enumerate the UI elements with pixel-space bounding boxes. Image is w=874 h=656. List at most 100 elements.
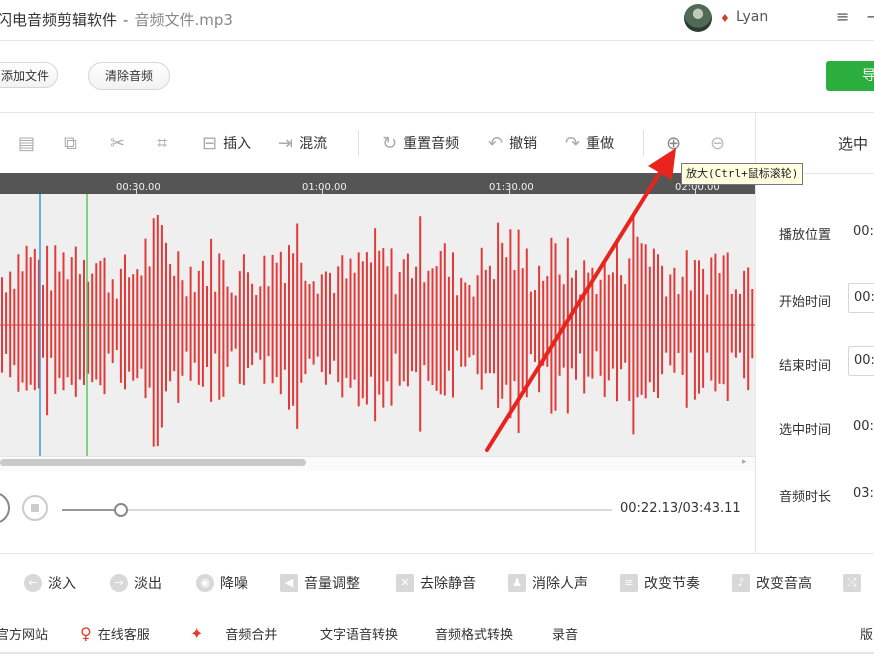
remove-silence-label: 去除静音 (420, 576, 476, 592)
megaphone-icon: ✦ (190, 624, 204, 643)
waveform-area[interactable] (0, 194, 755, 456)
shuffle-icon[interactable]: ⤮ (843, 572, 867, 594)
insert-label: 插入 (223, 136, 252, 152)
tempo-button[interactable]: ≡ 改变节奏 (620, 572, 700, 594)
crop-icon[interactable]: ⌗ (157, 131, 167, 155)
avatar[interactable] (684, 4, 712, 32)
record-label: 录音 (552, 628, 579, 643)
start-time-label: 开始时间 (779, 295, 832, 310)
volume-label: 音量调整 (304, 576, 360, 592)
volume-button[interactable]: ◀ 音量调整 (280, 572, 360, 594)
waveform (0, 194, 755, 456)
version-label: 版 (860, 628, 874, 643)
equalizer-icon: ≡ (620, 574, 638, 592)
undo-button[interactable]: ↶ 撤销 (488, 131, 537, 155)
menu-icon[interactable]: ≡ (836, 7, 849, 26)
vip-gem-icon: ♦ (720, 12, 730, 25)
tts-label: 文字语音转换 (320, 628, 399, 643)
reset-audio-label: 重置音频 (403, 136, 460, 152)
copy-icon[interactable]: ▤ (18, 131, 35, 155)
paste-icon[interactable]: ⧉ (64, 131, 77, 155)
toolbar-divider (643, 130, 644, 156)
mix-label: 混流 (299, 136, 328, 152)
export-button[interactable]: 导 (826, 61, 874, 91)
stop-button[interactable] (22, 495, 48, 521)
selected-time-value: 00: (853, 419, 874, 434)
reset-audio-button[interactable]: ↻ 重置音频 (382, 131, 459, 155)
redo-icon: ↷ (565, 132, 581, 154)
file-name: 音频文件.mp3 (134, 11, 233, 29)
person-icon: ♟ (508, 574, 526, 592)
pitch-button[interactable]: ♪ 改变音高 (732, 572, 812, 594)
pitch-label: 改变音高 (756, 576, 812, 592)
footer-divider (0, 652, 874, 654)
start-time-input[interactable]: 00: (848, 283, 874, 313)
window-title: 闪电音频剪辑软件 - 音频文件.mp3 (0, 9, 233, 30)
audio-merge-link[interactable]: ✦ 音频合并 (190, 624, 277, 643)
fade-out-button[interactable]: → 淡出 (110, 572, 162, 594)
mix-icon: ⇥ (278, 132, 294, 154)
redo-button[interactable]: ↷ 重做 (565, 131, 614, 155)
tempo-label: 改变节奏 (644, 576, 700, 592)
playback-time: 00:22.13/03:43.11 (620, 501, 741, 516)
title-separator: - (123, 11, 129, 29)
play-position-label: 播放位置 (779, 228, 832, 243)
timeline-label: 01:30.00 (489, 182, 534, 193)
user-name[interactable]: Lyan (736, 9, 768, 25)
denoise-label: 降噪 (220, 576, 248, 592)
speaker-icon: ◀ (280, 574, 298, 592)
undo-icon: ↶ (488, 132, 504, 154)
play-button[interactable] (0, 492, 10, 524)
remove-silence-button[interactable]: ✕ 去除静音 (396, 572, 476, 594)
remove-vocals-button[interactable]: ♟ 消除人声 (508, 572, 588, 594)
online-service-link[interactable]: ♀ 在线客服 (80, 624, 150, 643)
zoom-in-icon[interactable]: ⊕ (666, 131, 681, 155)
end-time-label: 结束时间 (779, 359, 832, 374)
redo-label: 重做 (586, 136, 615, 152)
cut-icon[interactable]: ✂ (110, 131, 125, 155)
fade-in-label: 淡入 (48, 576, 76, 592)
clear-audio-button[interactable]: 清除音频 (88, 62, 170, 90)
fade-in-button[interactable]: ← 淡入 (24, 572, 76, 594)
selection-panel-header: 选中 (838, 135, 869, 153)
add-file-button[interactable]: 添加文件 (0, 62, 58, 88)
selected-time-label: 选中时间 (779, 423, 832, 438)
timeline-label: 00:30.00 (116, 182, 161, 193)
record-link[interactable]: 录音 (552, 624, 578, 643)
mute-bell-icon: ✕ (396, 574, 414, 592)
scrollbar-thumb[interactable] (0, 459, 306, 466)
fade-out-icon: → (110, 574, 128, 592)
online-service-label: 在线客服 (97, 628, 150, 643)
version-link[interactable]: 版 (860, 624, 873, 643)
tts-link[interactable]: 文字语音转换 (320, 624, 398, 643)
minimize-icon[interactable]: − (866, 7, 874, 26)
fade-in-icon: ← (24, 574, 42, 592)
format-convert-link[interactable]: 音频格式转换 (435, 624, 513, 643)
pitch-icon: ♪ (732, 574, 750, 592)
playback-progress-knob[interactable] (113, 503, 128, 517)
remove-vocals-label: 消除人声 (532, 576, 588, 592)
zoom-in-tooltip: 放大(Ctrl+鼠标滚轮) (681, 163, 804, 185)
denoise-icon: ◉ (196, 574, 214, 592)
insert-button[interactable]: ⊟ 插入 (202, 131, 251, 155)
playback-progress-track[interactable] (62, 509, 612, 511)
timeline-label: 01:00.00 (302, 182, 347, 193)
mix-button[interactable]: ⇥ 混流 (278, 131, 327, 155)
scroll-right-icon[interactable]: ▸ (742, 457, 747, 467)
reset-icon: ↻ (382, 132, 398, 154)
denoise-button[interactable]: ◉ 降噪 (196, 572, 248, 594)
zoom-out-icon[interactable]: ⊖ (710, 131, 725, 155)
play-position-value: 00: (853, 224, 874, 239)
playback-progress-fill (62, 509, 120, 511)
fade-out-label: 淡出 (134, 576, 162, 592)
support-person-icon: ♀ (80, 624, 92, 643)
duration-label: 音频时长 (779, 490, 832, 505)
timeline-ruler[interactable] (0, 173, 755, 194)
official-site-link[interactable]: 官方网站 (0, 624, 48, 643)
format-convert-label: 音频格式转换 (435, 628, 514, 643)
end-time-input[interactable]: 00: (848, 346, 874, 376)
toolbar-divider (358, 130, 359, 156)
official-site-label: 官方网站 (0, 628, 49, 643)
app-name: 闪电音频剪辑软件 (0, 11, 118, 29)
audio-merge-label: 音频合并 (225, 628, 278, 643)
